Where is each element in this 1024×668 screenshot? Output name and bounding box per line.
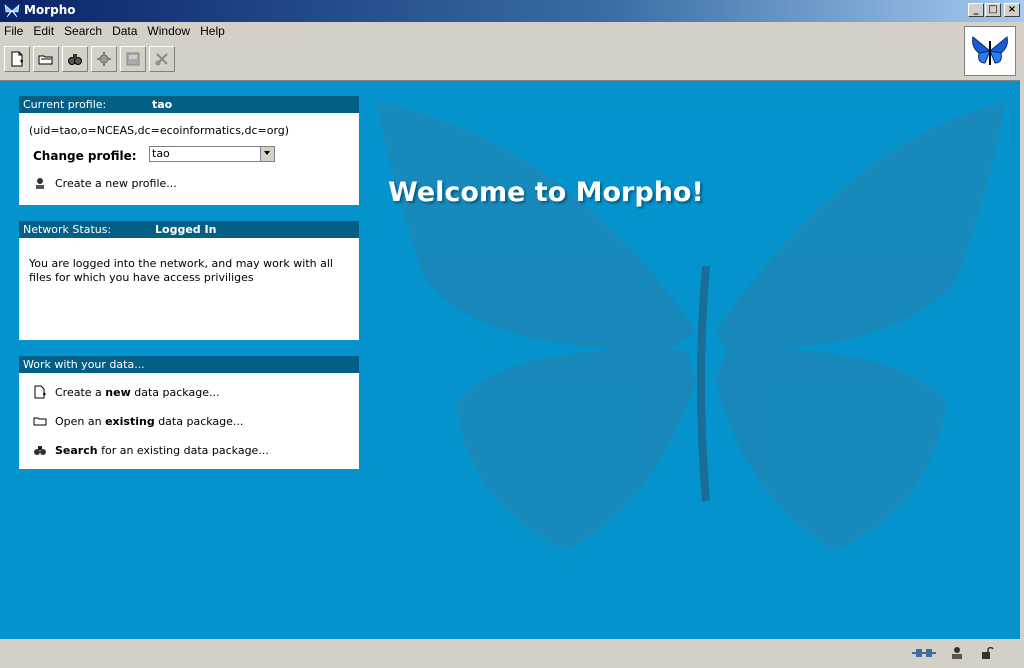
network-message-line1: You are logged into the network, and may… bbox=[29, 257, 333, 270]
settings-icon bbox=[97, 52, 111, 66]
profile-select-value: tao bbox=[152, 147, 170, 160]
data-panel-header: Work with your data... bbox=[19, 356, 359, 373]
menu-help[interactable]: Help bbox=[196, 22, 231, 38]
close-package-icon bbox=[155, 53, 168, 66]
profile-select[interactable]: tao bbox=[149, 146, 275, 162]
menu-search[interactable]: Search bbox=[60, 22, 108, 38]
close-package-button[interactable] bbox=[149, 46, 175, 72]
menu-window[interactable]: Window bbox=[143, 22, 196, 38]
menu-edit[interactable]: Edit bbox=[29, 22, 60, 38]
butterfly-watermark-icon bbox=[376, 101, 1006, 551]
morpho-logo bbox=[964, 26, 1016, 76]
butterfly-logo-icon bbox=[972, 36, 1008, 65]
search-package-link[interactable]: Search for an existing data package... bbox=[33, 443, 269, 457]
maximize-button[interactable]: □ bbox=[985, 3, 1001, 17]
profile-header-label: Current profile: bbox=[23, 98, 107, 111]
create-package-link[interactable]: Create a new data package... bbox=[33, 385, 219, 399]
new-package-button[interactable] bbox=[4, 46, 30, 72]
network-message-line2: files for which you have access privilig… bbox=[29, 271, 254, 284]
create-profile-link[interactable]: Create a new profile... bbox=[33, 176, 177, 190]
network-panel-header: Network Status: Logged In bbox=[19, 221, 359, 238]
create-package-label: Create a new data package... bbox=[55, 385, 220, 399]
welcome-area: Welcome to Morpho! Current profile: tao … bbox=[0, 80, 1020, 639]
data-panel: Work with your data... Create a new data… bbox=[19, 356, 359, 469]
search-icon bbox=[34, 446, 46, 455]
open-package-icon bbox=[33, 417, 47, 426]
profile-panel: Current profile: tao (uid=tao,o=NCEAS,dc… bbox=[19, 96, 359, 205]
change-profile-label: Change profile: bbox=[33, 149, 137, 163]
open-package-link[interactable]: Open an existing data package... bbox=[33, 414, 243, 428]
profile-header-value: tao bbox=[152, 98, 173, 111]
network-message: You are logged into the network, and may… bbox=[29, 257, 333, 285]
search-package-label: Search for an existing data package... bbox=[55, 443, 269, 457]
save-button[interactable] bbox=[120, 46, 146, 72]
search-icon bbox=[68, 54, 82, 65]
network-connection-icon bbox=[912, 649, 936, 657]
morpho-app-icon bbox=[4, 4, 20, 18]
open-package-icon bbox=[38, 55, 53, 65]
butterfly-background bbox=[366, 81, 1020, 639]
menu-bar: File Edit Search Data Window Help bbox=[0, 22, 960, 42]
network-panel: Network Status: Logged In You are logged… bbox=[19, 221, 359, 340]
settings-button[interactable] bbox=[91, 46, 117, 72]
create-profile-label: Create a new profile... bbox=[55, 176, 177, 190]
chevron-down-icon[interactable] bbox=[260, 147, 274, 161]
welcome-heading: Welcome to Morpho! bbox=[388, 177, 704, 208]
new-package-icon bbox=[34, 385, 46, 399]
profile-icon bbox=[36, 178, 44, 189]
close-button[interactable]: × bbox=[1004, 3, 1020, 17]
unlock-icon bbox=[982, 646, 994, 659]
user-icon bbox=[952, 647, 962, 659]
minimize-button[interactable]: _ bbox=[968, 3, 984, 17]
search-button[interactable] bbox=[62, 46, 88, 72]
status-bar bbox=[0, 639, 1024, 668]
title-bar: Morpho _ □ × bbox=[0, 0, 1024, 22]
new-package-icon bbox=[11, 51, 23, 67]
network-status-value: Logged In bbox=[155, 223, 217, 236]
save-icon bbox=[126, 52, 140, 66]
profile-panel-header: Current profile: tao bbox=[19, 96, 359, 113]
menu-file[interactable]: File bbox=[0, 22, 29, 38]
profile-dn: (uid=tao,o=NCEAS,dc=ecoinformatics,dc=or… bbox=[29, 124, 290, 137]
menu-data[interactable]: Data bbox=[108, 22, 143, 38]
open-package-button[interactable] bbox=[33, 46, 59, 72]
network-header-label: Network Status: bbox=[23, 223, 112, 236]
open-package-label: Open an existing data package... bbox=[55, 414, 244, 428]
window-title: Morpho bbox=[24, 3, 76, 17]
